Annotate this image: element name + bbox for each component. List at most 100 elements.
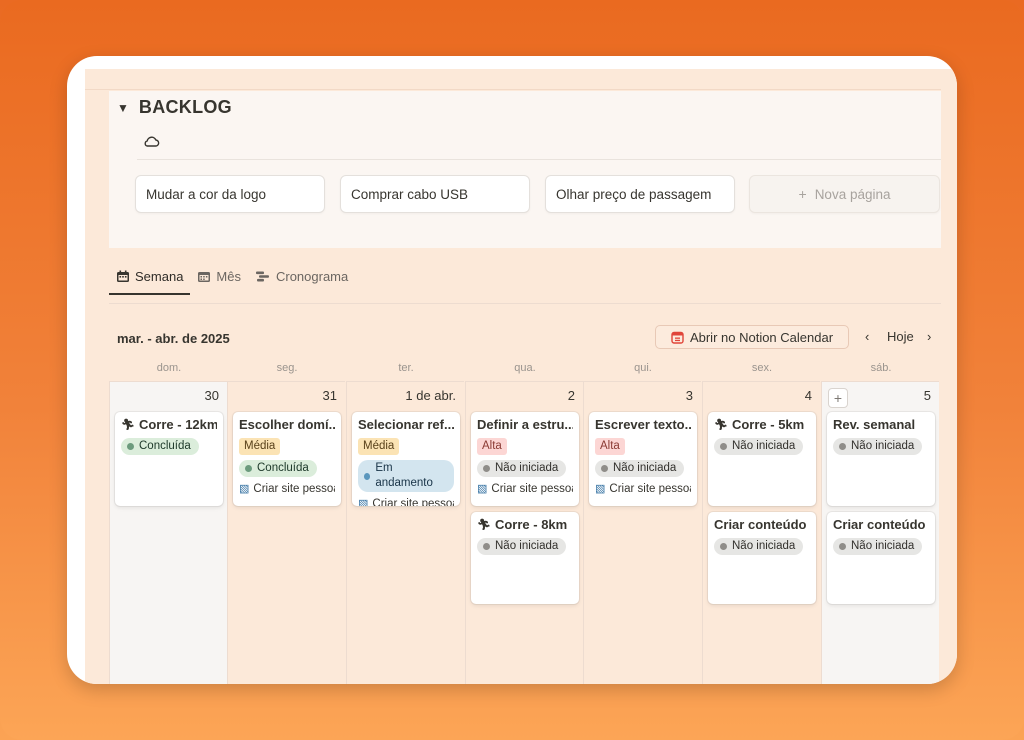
event-title: Selecionar ref... — [358, 417, 454, 432]
relation[interactable]: ▧ Criar site pessoal — [595, 482, 691, 496]
day-header: sáb. — [870, 362, 892, 374]
divider — [137, 159, 941, 160]
tab-label: Semana — [135, 268, 184, 284]
priority-tag: Alta — [595, 438, 625, 455]
folder-icon: ▧ — [595, 483, 606, 495]
day-number: 4 — [804, 388, 812, 403]
day-header: seg. — [276, 362, 298, 374]
event-title: Rev. semanal — [833, 417, 916, 432]
day-number: 31 — [322, 388, 337, 403]
event-title: Criar conteúdo — [714, 517, 807, 532]
new-page-button[interactable]: + Nova página — [749, 175, 940, 213]
event-card[interactable]: 🏃︎ Corre - 8km Não iniciada — [471, 512, 579, 604]
day-column-thu[interactable]: 3 Escrever texto... Alta Não iniciada ▧ C… — [583, 381, 701, 684]
folder-icon: ▧ — [239, 483, 250, 495]
day-number: 2 — [567, 388, 575, 403]
backlog-title: BACKLOG — [138, 97, 232, 117]
event-card[interactable]: 🏃︎ Corre - 5km Não iniciada — [708, 412, 816, 506]
folder-icon: ▧ — [358, 498, 369, 506]
calendar-month-icon — [198, 271, 211, 282]
day-column-wed[interactable]: 2 Definir a estru... Alta Não iniciada ▧… — [465, 381, 583, 684]
status-badge: Não iniciada — [833, 438, 923, 455]
event-title: Definir a estru... — [477, 417, 573, 432]
timeline-icon — [255, 271, 269, 281]
new-page-label: Nova página — [814, 186, 891, 202]
status-badge: Não iniciada — [833, 538, 923, 555]
toggle-triangle-icon[interactable]: ▼ — [117, 101, 129, 115]
chevron-left-icon[interactable]: ‹ — [865, 329, 869, 344]
event-card[interactable]: Selecionar ref... Média Em andamento ▧ Cr… — [352, 412, 460, 506]
status-badge: Em andamento — [358, 460, 454, 492]
relation[interactable]: ▧ Criar site pessoal — [477, 482, 573, 496]
event-card[interactable]: Definir a estru... Alta Não iniciada ▧ Cr… — [471, 412, 579, 506]
backlog-header[interactable]: ▼ BACKLOG — [117, 97, 232, 118]
folder-icon: ▧ — [477, 483, 488, 495]
event-title: Escolher domí... — [239, 417, 335, 432]
plus-icon: + — [798, 186, 807, 202]
add-event-plus-icon[interactable]: + — [828, 388, 848, 408]
card-title: Comprar cabo USB — [351, 186, 469, 202]
day-column-sun[interactable]: 30 🏃︎ Corre - 12km Concluída — [109, 381, 227, 684]
event-card[interactable]: Criar conteúdo Não iniciada — [708, 512, 816, 604]
date-range: mar. - abr. de 2025 — [117, 331, 230, 346]
priority-tag: Média — [358, 438, 400, 455]
backlog-card[interactable]: Comprar cabo USB — [340, 175, 530, 213]
status-badge: Concluída — [239, 460, 317, 477]
event-title: 🏃︎ Corre - 5km — [714, 417, 805, 432]
view-tabs: Semana Mês Cronograma — [109, 265, 355, 295]
event-card[interactable]: Criar conteúdo Não iniciada — [827, 512, 935, 604]
top-strip — [85, 69, 941, 90]
day-header: qua. — [514, 362, 536, 374]
cloud-icon[interactable] — [141, 131, 161, 151]
tab-label: Mês — [216, 268, 241, 284]
today-button[interactable]: Hoje — [887, 329, 914, 344]
status-badge: Não iniciada — [477, 538, 567, 555]
tab-mes[interactable]: Mês — [190, 265, 248, 293]
card-title: Mudar a cor da logo — [146, 186, 267, 202]
day-number: 30 — [204, 388, 219, 403]
event-title: 🏃︎ Corre - 12km — [121, 417, 217, 432]
event-title: Criar conteúdo — [833, 517, 926, 532]
status-badge: Não iniciada — [477, 460, 567, 477]
window-frame: ▼ BACKLOG Mudar a cor da logo Comprar ca… — [67, 56, 957, 684]
status-badge: Não iniciada — [595, 460, 685, 477]
day-column-fri[interactable]: 4 🏃︎ Corre - 5km Não iniciada Criar conte… — [702, 381, 820, 684]
relation[interactable]: ▧ Criar site pessoal — [239, 482, 335, 496]
open-notion-label: Abrir no Notion Calendar — [689, 329, 834, 345]
tabs-divider — [109, 303, 941, 304]
backlog-card[interactable]: Mudar a cor da logo — [135, 175, 325, 213]
event-title: 🏃︎ Corre - 8km — [477, 517, 568, 532]
event-title: Escrever texto... — [595, 417, 691, 432]
tab-semana[interactable]: Semana — [109, 265, 191, 295]
relation[interactable]: ▧ Criar site pessoal — [358, 497, 454, 507]
open-notion-calendar-button[interactable]: Abrir no Notion Calendar — [655, 325, 849, 349]
status-badge: Não iniciada — [714, 438, 804, 455]
backlog-card[interactable]: Olhar preço de passagem — [545, 175, 735, 213]
runner-icon: 🏃︎ — [121, 419, 135, 431]
chevron-right-icon[interactable]: › — [927, 329, 931, 344]
event-card[interactable]: Escolher domí... Média Concluída ▧ Criar … — [233, 412, 341, 506]
day-header: sex. — [751, 362, 773, 374]
event-card[interactable]: 🏃︎ Corre - 12km Concluída — [115, 412, 223, 506]
priority-tag: Alta — [477, 438, 507, 455]
tab-label: Cronograma — [275, 268, 349, 284]
day-number: 3 — [685, 388, 693, 403]
day-number: 1 de abr. — [405, 388, 456, 403]
notion-calendar-icon — [671, 331, 684, 344]
day-column-sat[interactable]: + 5 Rev. semanal Não iniciada Criar cont… — [821, 381, 939, 684]
priority-tag: Média — [239, 438, 281, 455]
tab-cronograma[interactable]: Cronograma — [248, 265, 355, 293]
notion-page: ▼ BACKLOG Mudar a cor da logo Comprar ca… — [85, 69, 957, 684]
calendar-week-icon — [117, 270, 129, 282]
day-column-tue[interactable]: 1 de abr. Selecionar ref... Média Em and… — [346, 381, 464, 684]
card-title: Olhar preço de passagem — [556, 186, 712, 202]
runner-icon: 🏃︎ — [477, 519, 491, 531]
event-card[interactable]: Rev. semanal Não iniciada — [827, 412, 935, 506]
day-header: dom. — [156, 362, 182, 374]
status-badge: Não iniciada — [714, 538, 804, 555]
event-card[interactable]: Escrever texto... Alta Não iniciada ▧ Cri… — [589, 412, 697, 506]
runner-icon: 🏃︎ — [714, 419, 728, 431]
day-number: 5 — [923, 388, 931, 403]
day-column-mon[interactable]: 31 Escolher domí... Média Concluída ▧ Cri… — [227, 381, 345, 684]
backlog-section: ▼ BACKLOG Mudar a cor da logo Comprar ca… — [109, 91, 941, 248]
